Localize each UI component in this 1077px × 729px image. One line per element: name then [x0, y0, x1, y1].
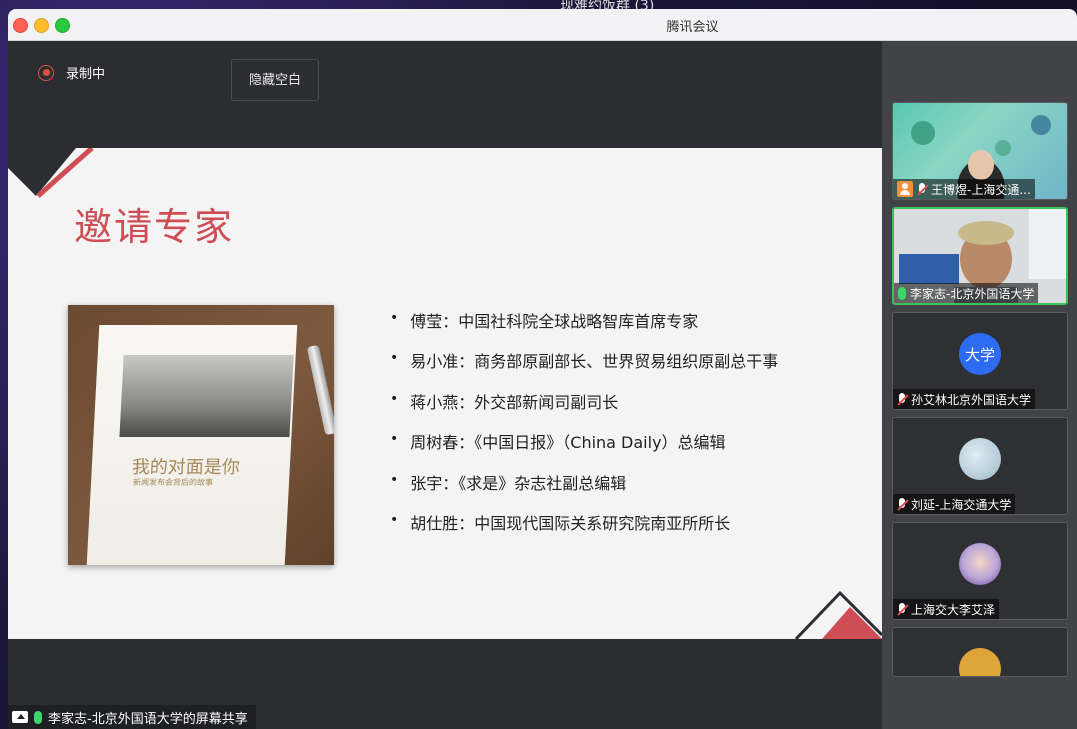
- participant-tile[interactable]: 大学 孙艾林北京外国语大学: [892, 312, 1068, 410]
- participant-tile[interactable]: 刘延-上海交通大学: [892, 417, 1068, 515]
- participant-name-bar: 王博煜-上海交通...: [893, 179, 1035, 199]
- book-subtitle: 新闻发布会背后的故事: [132, 478, 214, 487]
- book-title: 我的对面是你: [131, 457, 241, 478]
- record-icon: [38, 64, 54, 81]
- bullet-icon: •: [390, 350, 399, 367]
- bullet-icon: •: [390, 310, 399, 326]
- participant-name-bar: 刘延-上海交通大学: [893, 494, 1016, 514]
- list-item: • 胡仕胜：中国现代国际关系研究院南亚所所长: [390, 510, 778, 550]
- window-title: 腾讯会议: [666, 20, 719, 35]
- list-item: • 傅莹：中国社科院全球战略智库首席专家: [390, 308, 778, 348]
- bullet-icon: •: [390, 390, 399, 407]
- mic-muted-icon: [897, 602, 907, 616]
- participant-name: 刘延-上海交通大学: [911, 497, 1012, 512]
- book-cover: 我的对面是你 新闻发布会背后的故事: [86, 325, 298, 565]
- bullet-icon: •: [390, 471, 399, 488]
- list-item: • 周树春：《中国日报》（China Daily）总编辑: [390, 429, 778, 469]
- participant-panel: 王博煜-上海交通... 李家志-北京外国语大学 大学 孙艾林北京外国语大学 刘延…: [882, 41, 1077, 729]
- recording-label: 录制中: [66, 67, 106, 82]
- meeting-window: 腾讯会议 录制中 隐藏空白 邀请专家 我的对面是你 新闻发布会背后的故事 • 傅…: [8, 9, 1077, 729]
- avatar: [959, 438, 1001, 480]
- participant-name: 孙艾林北京外国语大学: [911, 392, 1032, 407]
- book-photo: 我的对面是你 新闻发布会背后的故事: [68, 305, 334, 565]
- participant-name: 王博煜-上海交通...: [931, 182, 1031, 197]
- list-item-text: 傅莹：中国社科院全球战略智库首席专家: [410, 312, 699, 331]
- mic-on-icon: [898, 286, 906, 300]
- list-item-text: 周树春：《中国日报》（China Daily）总编辑: [410, 433, 726, 453]
- avatar: 大学: [959, 333, 1001, 375]
- expert-list: • 傅莹：中国社科院全球战略智库首席专家 • 易小准：商务部原副部长、世界贸易组织原…: [390, 308, 778, 550]
- mic-muted-icon: [917, 182, 927, 196]
- participant-tile[interactable]: 王博煜-上海交通...: [892, 102, 1068, 200]
- participant-tile[interactable]: 上海交大李艾泽: [892, 522, 1068, 620]
- mic-muted-icon: [897, 392, 907, 406]
- participant-name: 上海交大李艾泽: [911, 602, 996, 617]
- hide-blank-tooltip: 隐藏空白: [231, 59, 319, 101]
- list-item: • 蒋小燕：外交部新闻司副司长: [390, 389, 778, 429]
- participant-name-bar: 上海交大李艾泽: [893, 599, 1000, 619]
- share-view: 录制中 隐藏空白 邀请专家 我的对面是你 新闻发布会背后的故事 • 傅莹：中国社科…: [8, 41, 882, 729]
- screen-share-label: 李家志-北京外国语大学的屏幕共享: [48, 711, 248, 727]
- slide-title: 邀请专家: [74, 205, 235, 249]
- participant-name-bar: 孙艾林北京外国语大学: [893, 389, 1036, 409]
- avatar: [959, 648, 1001, 676]
- pen-image: [306, 344, 334, 436]
- screen-share-icon: [12, 711, 28, 723]
- list-item: • 张宇：《求是》杂志社副总编辑: [390, 470, 778, 510]
- participant-tile[interactable]: [892, 627, 1068, 677]
- list-item-text: 胡仕胜：中国现代国际关系研究院南亚所所长: [410, 513, 731, 533]
- list-item-text: 蒋小燕：外交部新闻司副司长: [410, 392, 619, 412]
- cover-photo: [119, 355, 294, 437]
- participant-tile[interactable]: 李家志-北京外国语大学: [892, 207, 1068, 305]
- avatar: [959, 543, 1001, 585]
- bullet-icon: •: [390, 431, 399, 448]
- list-item-text: 易小准：商务部原副部长、世界贸易组织原副总干事: [410, 352, 779, 372]
- list-item: • 易小准：商务部原副部长、世界贸易组织原副总干事: [390, 348, 778, 388]
- slide-corner-decoration: [794, 590, 882, 639]
- screen-share-bar[interactable]: 李家志-北京外国语大学的屏幕共享: [8, 705, 256, 729]
- mic-muted-icon: [897, 497, 907, 511]
- host-icon: [897, 181, 913, 197]
- participant-name: 李家志-北京外国语大学: [910, 286, 1035, 301]
- title-bar: 腾讯会议: [8, 9, 1077, 41]
- recording-indicator[interactable]: 录制中: [38, 63, 105, 82]
- shared-slide: 邀请专家 我的对面是你 新闻发布会背后的故事 • 傅莹：中国社科院全球战略智库首席…: [8, 148, 882, 639]
- list-item-text: 张宇：《求是》杂志社副总编辑: [410, 473, 627, 493]
- bullet-icon: •: [390, 511, 399, 528]
- participant-name-bar: 李家志-北京外国语大学: [894, 283, 1039, 303]
- mic-on-icon: [34, 710, 42, 724]
